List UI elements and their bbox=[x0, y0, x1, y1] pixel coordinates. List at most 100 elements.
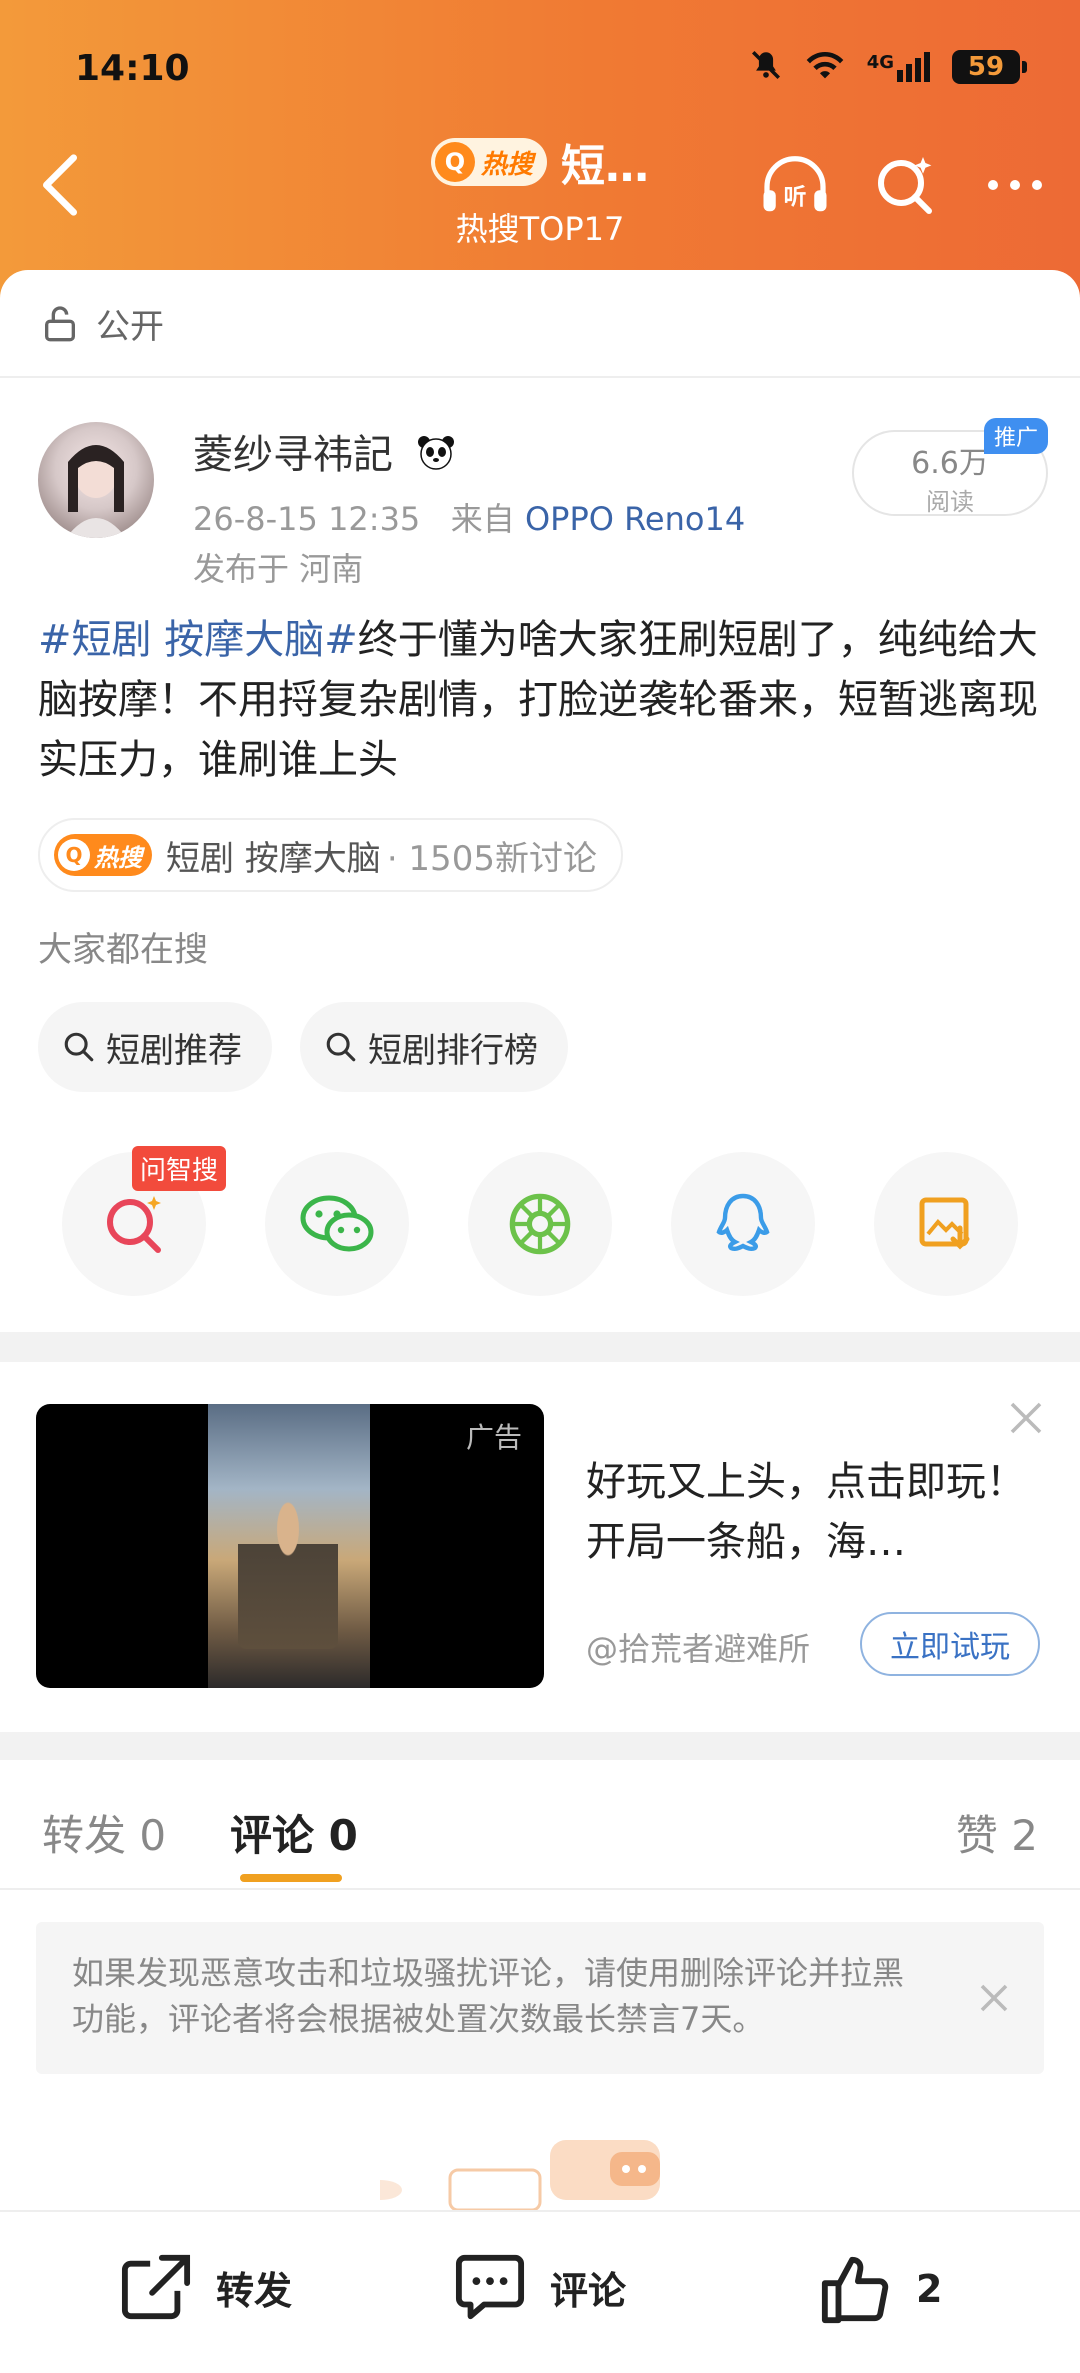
ad-label: 广告 bbox=[465, 1421, 522, 1454]
views-label: 阅读 bbox=[926, 488, 974, 516]
qq-icon bbox=[716, 1193, 770, 1252]
save-image-icon bbox=[919, 1197, 970, 1250]
wechat-icon bbox=[300, 1195, 374, 1252]
unlock-icon bbox=[45, 306, 75, 342]
post-date: 26-8-15 12:35 bbox=[193, 500, 421, 538]
search-icon bbox=[326, 1032, 356, 1062]
thumbs-up-icon bbox=[821, 2256, 889, 2324]
ai-search-share-button[interactable]: 问智搜 bbox=[62, 1146, 227, 1296]
qq-share-button[interactable] bbox=[671, 1152, 815, 1296]
status-time: 14:10 bbox=[75, 48, 190, 89]
signal-icon: 4G bbox=[867, 52, 930, 82]
search-suggestions: 短剧推荐 短剧排行榜 bbox=[38, 1002, 568, 1092]
ad-video[interactable]: 广告 bbox=[36, 1404, 544, 1688]
chevron-left-icon bbox=[42, 154, 78, 216]
avatar-image bbox=[66, 445, 126, 538]
close-icon bbox=[980, 1984, 1008, 2012]
section-divider bbox=[0, 1332, 1080, 1362]
hot-topic-name: 短剧 按摩大脑 bbox=[166, 838, 381, 879]
wifi-icon bbox=[805, 48, 845, 86]
ad-card[interactable]: 广告 好玩又上头，点击即玩！开局一条船，海… @拾荒者避难所 立即试玩 bbox=[0, 1362, 1080, 1732]
tab-repost[interactable]: 转发 0 bbox=[42, 1802, 166, 1863]
repost-label: 转发 bbox=[216, 2268, 293, 2313]
more-icon bbox=[988, 180, 1042, 190]
tab-like[interactable]: 赞 2 bbox=[956, 1802, 1038, 1863]
from-prefix: 来自 bbox=[450, 500, 515, 538]
post-body: #短剧 按摩大脑#终于懂为啥大家狂刷短剧了，纯纯给大脑按摩！不用捋复杂剧情，打脸… bbox=[38, 610, 1048, 790]
bottom-action-bar: 转发 评论 2 bbox=[0, 2210, 1080, 2373]
wechat-share-button[interactable] bbox=[265, 1152, 409, 1296]
more-button[interactable] bbox=[980, 150, 1050, 220]
ad-close-button[interactable] bbox=[1006, 1398, 1046, 1438]
ad-character bbox=[238, 1499, 338, 1649]
bell-muted-icon bbox=[749, 48, 783, 86]
back-button[interactable] bbox=[30, 150, 90, 220]
tab-active-indicator bbox=[240, 1874, 342, 1882]
status-icons: 4G 59 bbox=[749, 48, 1027, 86]
panda-icon bbox=[416, 434, 456, 480]
avatar[interactable] bbox=[38, 422, 154, 538]
ad-headline[interactable]: 好玩又上头，点击即玩！开局一条船，海… bbox=[586, 1452, 1036, 1572]
listen-label: 听 bbox=[784, 184, 807, 210]
comment-label: 评论 bbox=[550, 2268, 627, 2313]
search-suggestion-label: 短剧推荐 bbox=[106, 1030, 242, 1071]
search-suggestion[interactable]: 短剧推荐 bbox=[38, 1002, 272, 1092]
hot-search-badge: Q 热搜 bbox=[430, 138, 547, 186]
battery-icon: 59 bbox=[952, 50, 1027, 84]
search-sparkle-icon bbox=[878, 157, 932, 214]
author-name[interactable]: 菱纱寻祎記 bbox=[193, 422, 456, 480]
comment-icon bbox=[455, 2254, 525, 2320]
status-bar: 14:10 4G 59 bbox=[0, 40, 1080, 100]
ai-search-icon bbox=[107, 1196, 161, 1253]
headphones-icon: 听 bbox=[763, 156, 827, 212]
hot-topic-chip[interactable]: Q 热搜 短剧 按摩大脑 · 1505新讨论 bbox=[38, 818, 623, 892]
title-text: 短… bbox=[561, 141, 649, 192]
searching-label: 大家都在搜 bbox=[38, 930, 208, 970]
ad-thumbnail bbox=[208, 1404, 370, 1688]
section-divider bbox=[0, 1732, 1080, 1760]
notice-text: 如果发现恶意攻击和垃圾骚扰评论，请使用删除评论并拉黑功能，评论者将会根据被处置次… bbox=[72, 1954, 905, 2038]
post-meta: 26-8-15 12:35 来自 OPPO Reno14 bbox=[193, 494, 745, 540]
repost-button[interactable]: 转发 bbox=[118, 2252, 292, 2322]
comment-button[interactable]: 评论 bbox=[452, 2252, 626, 2322]
hot-topic-discussions: · 1505新讨论 bbox=[386, 838, 597, 879]
search-icon: Q bbox=[434, 142, 475, 182]
promote-tag[interactable]: 推广 bbox=[983, 418, 1048, 454]
author-name-text: 菱纱寻祎記 bbox=[193, 432, 393, 478]
page-title[interactable]: Q 热搜 短… 热搜TOP17 bbox=[410, 130, 670, 250]
network-type: 4G bbox=[866, 52, 894, 73]
search-suggestion[interactable]: 短剧排行榜 bbox=[300, 1002, 568, 1092]
search-icon bbox=[64, 1032, 94, 1062]
post-device[interactable]: OPPO Reno14 bbox=[525, 500, 745, 538]
author-row: 菱纱寻祎記 26-8-15 12:35 来自 OPPO Reno14 发布于 河… bbox=[38, 418, 1048, 592]
moments-share-button[interactable] bbox=[468, 1152, 612, 1296]
save-image-share-button[interactable] bbox=[874, 1152, 1018, 1296]
tab-comment[interactable]: 评论 0 bbox=[230, 1802, 358, 1863]
post-location: 发布于 河南 bbox=[193, 550, 364, 588]
post-card: 公开 菱纱寻祎記 26-8-15 12:35 来自 OPPO Reno14 发布… bbox=[0, 270, 1080, 1330]
ai-search-button[interactable] bbox=[870, 150, 940, 220]
ai-search-tag: 问智搜 bbox=[132, 1146, 227, 1191]
notice-close-button[interactable] bbox=[974, 1978, 1014, 2018]
ad-cta-button[interactable]: 立即试玩 bbox=[860, 1612, 1040, 1676]
share-row: 问智搜 bbox=[62, 1146, 1018, 1296]
views-badge[interactable]: 6.6万 阅读 推广 bbox=[852, 418, 1048, 516]
hot-topic-badge-label: 热搜 bbox=[94, 843, 142, 872]
hot-search-mini-badge: Q 热搜 bbox=[54, 834, 152, 876]
visibility-label: 公开 bbox=[96, 306, 164, 347]
comment-notice: 如果发现恶意攻击和垃圾骚扰评论，请使用删除评论并拉黑功能，评论者将会根据被处置次… bbox=[36, 1922, 1044, 2074]
hot-badge-label: 热搜 bbox=[480, 149, 533, 180]
post-hashtag[interactable]: #短剧 按摩大脑# bbox=[38, 617, 358, 663]
title-subtitle: 热搜TOP17 bbox=[455, 210, 625, 248]
close-icon bbox=[1010, 1402, 1042, 1434]
empty-comments-illustration bbox=[358, 2130, 700, 2212]
battery-level: 59 bbox=[967, 52, 1005, 82]
listen-button[interactable]: 听 bbox=[760, 150, 830, 220]
like-button[interactable]: 2 bbox=[818, 2252, 942, 2326]
moments-icon bbox=[509, 1193, 571, 1255]
visibility-row: 公开 bbox=[0, 270, 1080, 378]
ad-source[interactable]: @拾荒者避难所 bbox=[586, 1624, 810, 1670]
interaction-tabs: 转发 0 评论 0 赞 2 bbox=[0, 1760, 1080, 1890]
nav-actions: 听 bbox=[760, 150, 1050, 220]
header-bar: 14:10 4G 59 Q 热搜 短… 热搜TOP17 听 bbox=[0, 0, 1080, 300]
